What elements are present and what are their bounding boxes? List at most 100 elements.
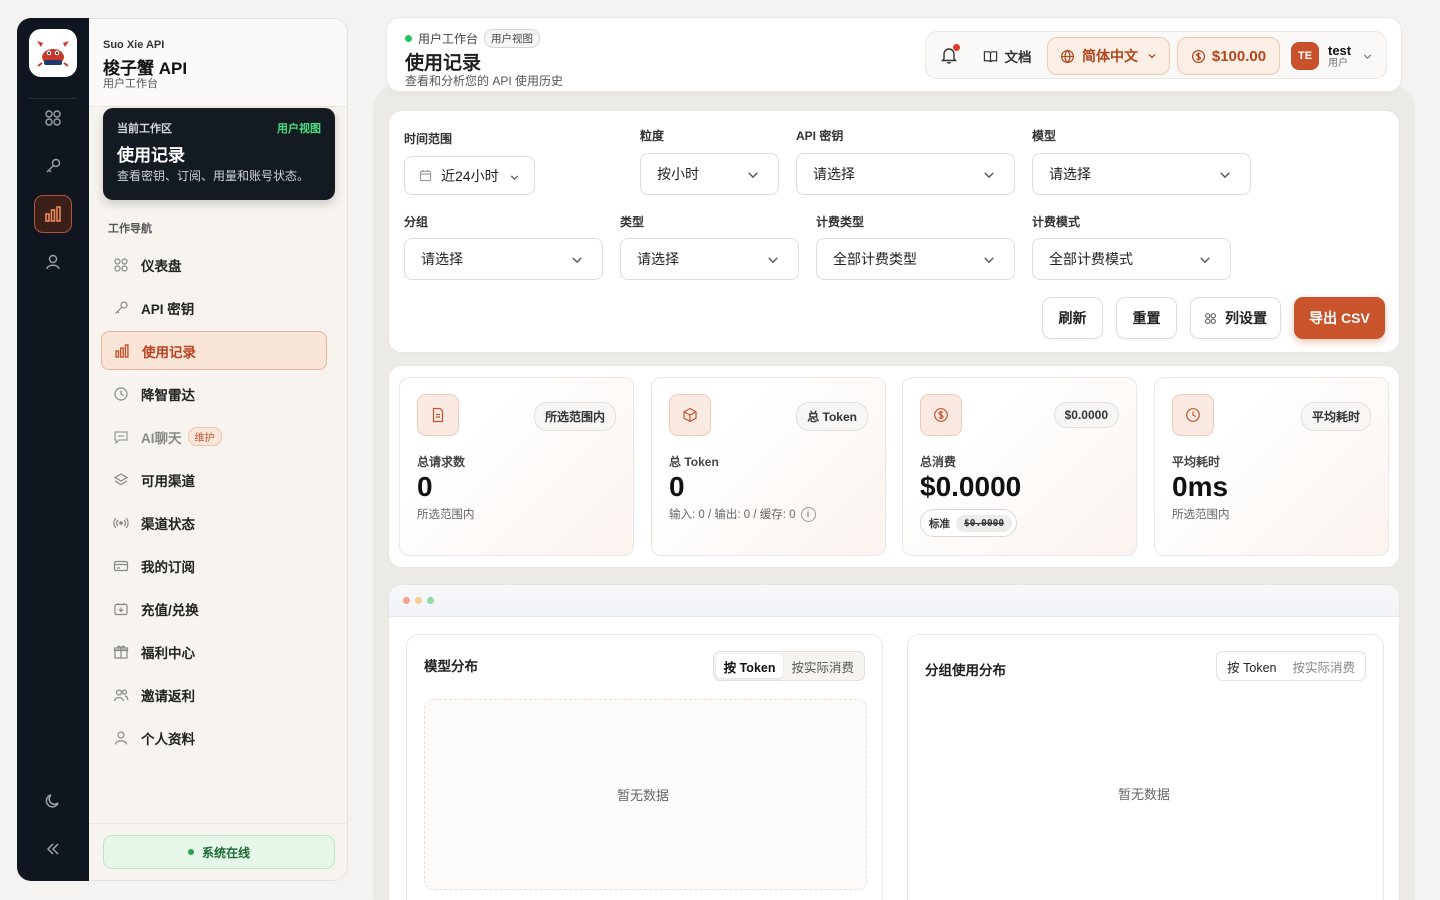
page-subtitle: 查看和分析您的 API 使用历史 <box>405 74 564 88</box>
stat-value: 0 <box>417 471 433 502</box>
status-label: 系统在线 <box>201 845 250 860</box>
clock-icon <box>113 386 129 402</box>
sidebar-item-label: API 密钥 <box>141 301 195 317</box>
page-title: 使用记录 <box>405 53 482 74</box>
sidebar-item-subscription[interactable]: 我的订阅 <box>101 546 327 585</box>
type-select[interactable]: 请选择 <box>620 238 799 280</box>
rail-dashboard-icon[interactable] <box>34 99 72 137</box>
chevron-down-icon <box>1198 253 1212 270</box>
rail-usage-icon[interactable] <box>34 195 72 233</box>
book-icon <box>983 49 998 64</box>
toggle-by-token[interactable]: 按 Token <box>715 654 784 678</box>
stat-card-requests: 所选范围内 总请求数 0 所选范围内 <box>399 377 634 556</box>
billing-type-label: 计费类型 <box>816 215 865 229</box>
grid-icon <box>113 257 129 273</box>
refresh-button[interactable]: 刷新 <box>1042 297 1103 339</box>
chevron-down-icon <box>982 168 996 185</box>
export-csv-button[interactable]: 导出 CSV <box>1294 297 1385 339</box>
time-range-select[interactable]: 近24小时 <box>404 156 535 195</box>
sidebar-item-label: 邀请返利 <box>141 688 195 704</box>
dot-red <box>403 597 410 604</box>
api-key-select[interactable]: 请选择 <box>796 153 1015 195</box>
standard-value: $0.0000 <box>956 514 1013 532</box>
stat-card-cost: $0.0000 总消费 $0.0000 标准 $0.0000 <box>902 377 1137 556</box>
chevron-down-icon <box>1362 51 1373 62</box>
theme-moon-icon[interactable] <box>34 782 72 820</box>
toggle-by-cost[interactable]: 按实际消费 <box>1284 654 1363 678</box>
status-dot <box>405 35 412 42</box>
sidebar-item-usage[interactable]: 使用记录 <box>101 331 327 370</box>
column-settings-button[interactable]: 列设置 <box>1190 297 1281 339</box>
breadcrumb: 用户工作台 用户视图 <box>405 29 541 48</box>
sidebar-item-radar[interactable]: 降智雷达 <box>101 374 327 413</box>
brand-header: Suo Xie API 梭子蟹 API 用户工作台 <box>89 19 347 107</box>
sidebar-item-label: 福利中心 <box>141 645 195 661</box>
sidebar-item-ai-chat[interactable]: AI聊天 维护 <box>101 417 327 456</box>
balance-badge[interactable]: $100.00 <box>1177 37 1280 75</box>
toggle-by-cost[interactable]: 按实际消费 <box>783 654 862 678</box>
stat-foot: 输入: 0 / 输出: 0 / 缓存: 0 i <box>669 506 816 522</box>
toggle-by-token[interactable]: 按 Token <box>1219 654 1284 678</box>
user-info: test 用户 <box>1328 44 1351 69</box>
breadcrumb-label: 用户工作台 <box>418 32 479 46</box>
collapse-icon[interactable] <box>34 830 72 868</box>
reset-button[interactable]: 重置 <box>1116 297 1177 339</box>
chevron-down-icon <box>766 253 780 270</box>
granularity-value: 按小时 <box>657 166 699 182</box>
model-distribution-title: 模型分布 <box>424 659 478 674</box>
sidebar-item-label: 渠道状态 <box>141 516 195 532</box>
sidebar-item-dashboard[interactable]: 仪表盘 <box>101 245 327 284</box>
coin-icon <box>1191 49 1206 64</box>
docs-label: 文档 <box>1004 50 1032 65</box>
sidebar: Suo Xie API 梭子蟹 API 用户工作台 当前工作区 用户视图 使用记… <box>89 18 348 881</box>
group-distribution-card: 分组使用分布 按 Token 按实际消费 暂无数据 <box>907 634 1384 900</box>
users-icon <box>113 687 129 703</box>
sidebar-item-benefits[interactable]: 福利中心 <box>101 632 327 671</box>
sidebar-item-topup[interactable]: 充值/兑换 <box>101 589 327 628</box>
user-menu[interactable]: TE test 用户 <box>1288 37 1382 75</box>
dollar-icon <box>920 394 962 436</box>
notification-button[interactable] <box>930 37 968 75</box>
header-toolbar: 文档 简体中文 $100.00 TE test 用户 <box>925 31 1387 79</box>
api-key-value: 请选择 <box>813 166 855 182</box>
online-dot <box>187 849 194 855</box>
sidebar-item-label: 个人资料 <box>141 731 195 747</box>
group-distribution-title: 分组使用分布 <box>925 663 1006 678</box>
stat-value: $0.0000 <box>920 471 1022 502</box>
stat-pill: $0.0000 <box>1053 402 1119 428</box>
billing-mode-select[interactable]: 全部计费模式 <box>1032 238 1231 280</box>
stat-pill: 所选范围内 <box>533 402 616 431</box>
billing-type-select[interactable]: 全部计费类型 <box>816 238 1015 280</box>
sidebar-item-profile[interactable]: 个人资料 <box>101 718 327 757</box>
workspace-tag: 用户视图 <box>277 123 321 135</box>
model-chart-toggle: 按 Token 按实际消费 <box>712 651 865 681</box>
docs-button[interactable]: 文档 <box>976 37 1038 75</box>
type-value: 请选择 <box>637 251 679 267</box>
sidebar-item-referral[interactable]: 邀请返利 <box>101 675 327 714</box>
rail-user-icon[interactable] <box>34 243 72 281</box>
crab-logo[interactable] <box>29 29 77 77</box>
signal-icon <box>113 515 129 531</box>
view-badge: 用户视图 <box>484 29 541 48</box>
brand-workspace: 用户工作台 <box>103 78 158 90</box>
charts-panel: 模型分布 按 Token 按实际消费 暂无数据 分组使用分布 按 Token 按… <box>388 584 1400 900</box>
charts-titlebar <box>389 585 1399 617</box>
granularity-select[interactable]: 按小时 <box>640 153 779 195</box>
info-icon[interactable]: i <box>800 506 816 522</box>
chevron-down-icon <box>570 253 584 270</box>
cube-icon <box>669 394 711 436</box>
window-dots <box>403 597 439 604</box>
sidebar-item-channels[interactable]: 可用渠道 <box>101 460 327 499</box>
group-select[interactable]: 请选择 <box>404 238 603 280</box>
rail-key-icon[interactable] <box>34 147 72 185</box>
stat-pill: 总 Token <box>796 402 868 431</box>
language-selector[interactable]: 简体中文 <box>1047 37 1170 75</box>
standard-label: 标准 <box>929 517 950 530</box>
model-select[interactable]: 请选择 <box>1032 153 1251 195</box>
granularity-label: 粒度 <box>640 129 665 143</box>
sidebar-item-channel-status[interactable]: 渠道状态 <box>101 503 327 542</box>
icon-rail <box>17 18 89 881</box>
sidebar-item-api-keys[interactable]: API 密钥 <box>101 288 327 327</box>
user-role: 用户 <box>1328 57 1348 69</box>
time-range-value: 近24小时 <box>441 167 499 184</box>
